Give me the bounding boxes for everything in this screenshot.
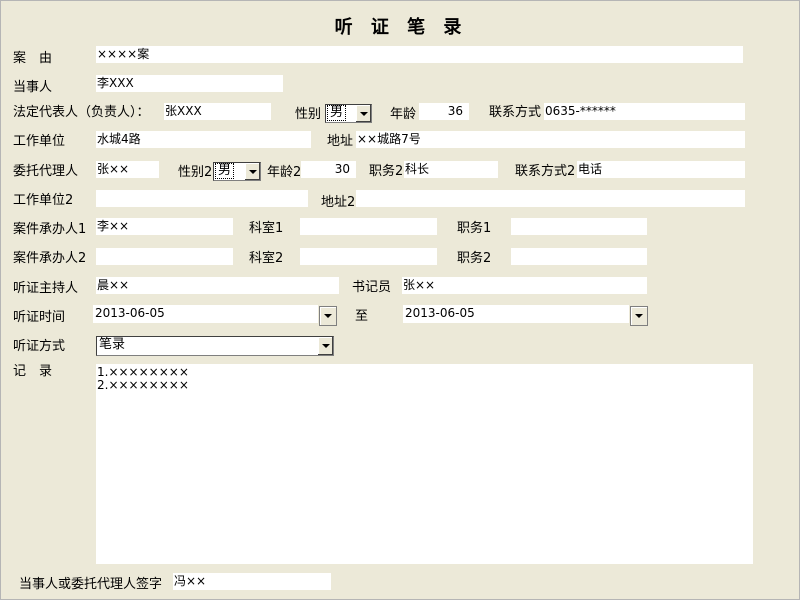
calendar-dropdown-icon[interactable]	[319, 306, 337, 326]
record-label: 记 录	[13, 364, 53, 379]
clerk-label: 书记员	[352, 280, 392, 295]
signature-field[interactable]: 冯××	[173, 573, 331, 590]
agent-position-field[interactable]: 科长	[404, 161, 498, 178]
work-unit2-address-field[interactable]	[356, 190, 745, 207]
agent-sex-label: 性别2	[178, 165, 213, 180]
host-field[interactable]: 晨××	[96, 277, 339, 294]
legal-rep-age-label: 年龄	[390, 107, 417, 122]
agent-contact-label: 联系方式2	[515, 164, 576, 179]
work-unit-label: 工作单位	[13, 134, 66, 149]
legal-rep-age-field[interactable]: 36	[419, 103, 469, 120]
legal-rep-contact-field[interactable]: 0635-******	[544, 103, 745, 120]
handler1-position-label: 职务1	[457, 221, 492, 236]
case-label: 案 由	[13, 51, 53, 66]
legal-rep-sex-select[interactable]: 男	[325, 104, 372, 123]
handler2-dept-label: 科室2	[249, 251, 284, 266]
hearing-time-to-label: 至	[355, 309, 369, 324]
legal-rep-label: 法定代表人（负责人）：	[13, 105, 150, 120]
hearing-time-from-field[interactable]: 2013-06-05	[93, 305, 318, 323]
agent-age-field[interactable]: 30	[301, 161, 356, 178]
handler1-field[interactable]: 李××	[96, 218, 233, 235]
signature-label: 当事人或委托代理人签字	[19, 577, 163, 592]
work-unit-address-field[interactable]: ××城路7号	[356, 131, 745, 148]
clerk-field[interactable]: 张××	[402, 277, 647, 294]
handler1-label: 案件承办人1	[13, 222, 87, 237]
legal-rep-contact-label: 联系方式	[489, 105, 542, 120]
work-unit-address-label: 地址	[327, 134, 354, 149]
agent-label: 委托代理人	[13, 164, 79, 179]
host-label: 听证主持人	[13, 281, 79, 296]
handler2-label: 案件承办人2	[13, 251, 87, 266]
legal-rep-sex-value: 男	[327, 105, 347, 121]
hearing-mode-value: 笔录	[99, 337, 126, 352]
hearing-mode-label: 听证方式	[13, 339, 66, 354]
handler2-position-label: 职务2	[457, 251, 492, 266]
chevron-down-icon[interactable]	[244, 163, 260, 180]
work-unit2-label: 工作单位2	[13, 193, 74, 208]
handler1-dept-label: 科室1	[249, 221, 284, 236]
agent-sex-select[interactable]: 男	[213, 162, 261, 181]
calendar-dropdown-icon[interactable]	[630, 306, 648, 326]
agent-age-label: 年龄2	[267, 165, 302, 180]
legal-rep-sex-label: 性别	[295, 107, 322, 122]
case-field[interactable]: ××××案	[96, 46, 743, 63]
hearing-record-form: 听 证 笔 录 案 由 ××××案 当事人 李XXX 法定代表人（负责人）： 张…	[0, 0, 800, 600]
agent-contact-field[interactable]: 电话	[577, 161, 745, 178]
handler1-position-field[interactable]	[511, 218, 647, 235]
work-unit2-address-label: 地址2	[321, 195, 356, 210]
hearing-time-label: 听证时间	[13, 310, 66, 325]
record-textarea[interactable]: 1.×××××××× 2.××××××××	[96, 364, 753, 564]
handler2-dept-field[interactable]	[300, 248, 437, 265]
work-unit2-field[interactable]	[96, 190, 308, 207]
handler2-field[interactable]	[96, 248, 233, 265]
party-field[interactable]: 李XXX	[96, 75, 283, 92]
handler2-position-field[interactable]	[511, 248, 647, 265]
work-unit-field[interactable]: 水城4路	[96, 131, 311, 148]
agent-sex-value: 男	[215, 163, 235, 179]
handler1-dept-field[interactable]	[300, 218, 437, 235]
legal-rep-field[interactable]: 张XXX	[164, 103, 271, 120]
form-title: 听 证 笔 录	[334, 17, 468, 38]
hearing-time-to-field[interactable]: 2013-06-05	[403, 305, 629, 323]
agent-position-label: 职务2	[369, 164, 404, 179]
hearing-mode-select[interactable]: 笔录	[96, 336, 334, 356]
chevron-down-icon[interactable]	[355, 105, 371, 122]
agent-field[interactable]: 张××	[96, 161, 159, 178]
party-label: 当事人	[13, 80, 53, 95]
chevron-down-icon[interactable]	[317, 337, 333, 355]
